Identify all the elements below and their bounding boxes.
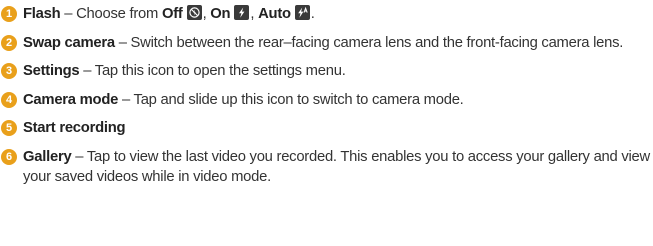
option-on-label: On: [210, 6, 231, 22]
item-description: – Choose from: [60, 6, 162, 22]
item-end: .: [310, 6, 315, 22]
option-off-label: Off: [161, 6, 183, 22]
feature-list: 1 Flash – Choose from Off, On, Auto. 2 S…: [0, 4, 653, 196]
list-item-camera-mode: 4 Camera mode – Tap and slide up this ic…: [0, 90, 653, 110]
list-item-gallery: 6 Gallery – Tap to view the last video y…: [0, 147, 653, 187]
flash-on-icon: [234, 5, 250, 20]
list-item-swap-camera: 2 Swap camera – Switch between the rear–…: [0, 33, 653, 53]
number-badge: 3: [1, 63, 17, 80]
item-description: – Tap this icon to open the settings men…: [79, 63, 346, 80]
flash-auto-icon: [294, 5, 310, 20]
number-badge: 2: [1, 34, 17, 51]
number-badge: 4: [1, 91, 17, 108]
term-gallery: Gallery: [23, 148, 72, 165]
term-camera-mode: Camera mode: [23, 91, 119, 108]
flash-off-icon: [186, 5, 202, 20]
term-start-recording: Start recording: [23, 120, 126, 137]
item-description: – Switch between the rear–facing camera …: [114, 34, 624, 51]
term-swap-camera: Swap camera: [23, 34, 115, 51]
list-item-settings: 3 Settings – Tap this icon to open the s…: [0, 61, 653, 81]
number-badge: 5: [1, 120, 17, 137]
number-badge: 6: [1, 148, 17, 165]
item-description: – Tap to view the last video you recorde…: [23, 148, 650, 185]
option-auto-label: Auto: [258, 6, 291, 22]
term-flash: Flash: [23, 6, 61, 22]
term-settings: Settings: [23, 63, 80, 80]
list-item-start-recording: 5 Start recording: [0, 118, 653, 138]
list-item-flash: 1 Flash – Choose from Off, On, Auto.: [0, 4, 653, 24]
number-badge: 1: [1, 6, 17, 22]
item-description: – Tap and slide up this icon to switch t…: [118, 91, 464, 108]
